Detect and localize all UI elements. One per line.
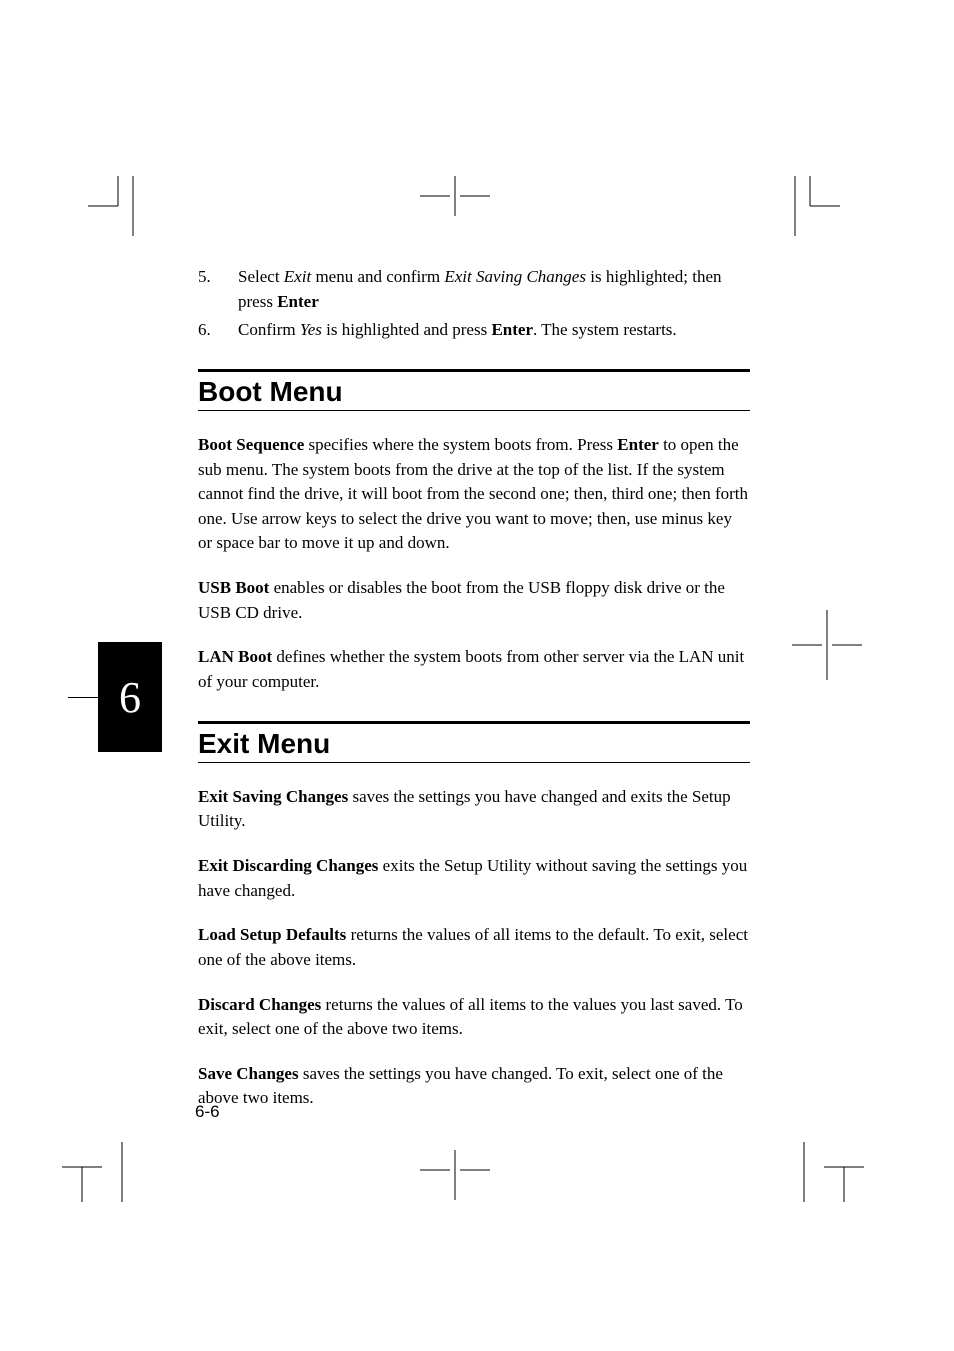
chapter-tab-rule <box>68 697 98 698</box>
bold-text: Load Setup Defaults <box>198 925 346 944</box>
bold-text: Discard Changes <box>198 995 321 1014</box>
crop-mark-top-center <box>420 176 490 216</box>
boot-menu-heading: Boot Menu <box>198 372 750 410</box>
text: menu and confirm <box>311 267 444 286</box>
step-number: 6. <box>198 318 238 343</box>
save-changes-paragraph: Save Changes saves the settings you have… <box>198 1062 750 1111</box>
boot-sequence-paragraph: Boot Sequence specifies where the system… <box>198 433 750 556</box>
italic-text: Exit <box>284 267 311 286</box>
text: Select <box>238 267 284 286</box>
crop-mark-top-left <box>88 176 148 236</box>
text: enables or disables the boot from the US… <box>198 578 725 622</box>
text: Confirm <box>238 320 300 339</box>
chapter-number: 6 <box>119 672 141 723</box>
crop-mark-top-right <box>780 176 840 236</box>
chapter-tab: 6 <box>98 642 162 752</box>
exit-menu-heading: Exit Menu <box>198 724 750 762</box>
text: specifies where the system boots from. P… <box>304 435 617 454</box>
step-5: 5. Select Exit menu and confirm Exit Sav… <box>198 265 750 314</box>
text: . The system restarts. <box>533 320 677 339</box>
bold-text: Enter <box>491 320 533 339</box>
discard-changes-paragraph: Discard Changes returns the values of al… <box>198 993 750 1042</box>
bold-text: Enter <box>617 435 659 454</box>
bold-text: Save Changes <box>198 1064 299 1083</box>
load-defaults-paragraph: Load Setup Defaults returns the values o… <box>198 923 750 972</box>
crop-mark-bottom-center <box>420 1150 490 1200</box>
boot-menu-section: Boot Menu Boot Sequence specifies where … <box>198 369 750 695</box>
section-rule <box>198 410 750 411</box>
text: defines whether the system boots from ot… <box>198 647 744 691</box>
crop-mark-bottom-left <box>62 1142 142 1202</box>
step-6: 6. Confirm Yes is highlighted and press … <box>198 318 750 343</box>
italic-text: Yes <box>300 320 322 339</box>
bold-text: Boot Sequence <box>198 435 304 454</box>
bold-text: LAN Boot <box>198 647 272 666</box>
section-rule <box>198 762 750 763</box>
bold-text: USB Boot <box>198 578 269 597</box>
usb-boot-paragraph: USB Boot enables or disables the boot fr… <box>198 576 750 625</box>
crop-mark-mid-right <box>792 610 862 680</box>
step-number: 5. <box>198 265 238 314</box>
page-content: 5. Select Exit menu and confirm Exit Sav… <box>198 265 750 1111</box>
step-body: Select Exit menu and confirm Exit Saving… <box>238 265 750 314</box>
crop-mark-bottom-right <box>784 1142 864 1202</box>
bold-text: Exit Saving Changes <box>198 787 348 806</box>
exit-menu-section: Exit Menu Exit Saving Changes saves the … <box>198 721 750 1111</box>
exit-saving-paragraph: Exit Saving Changes saves the settings y… <box>198 785 750 834</box>
text: is highlighted and press <box>322 320 492 339</box>
exit-discarding-paragraph: Exit Discarding Changes exits the Setup … <box>198 854 750 903</box>
lan-boot-paragraph: LAN Boot defines whether the system boot… <box>198 645 750 694</box>
bold-text: Exit Discarding Changes <box>198 856 378 875</box>
italic-text: Exit Saving Changes <box>444 267 586 286</box>
step-body: Confirm Yes is highlighted and press Ent… <box>238 318 750 343</box>
bold-text: Enter <box>277 292 319 311</box>
